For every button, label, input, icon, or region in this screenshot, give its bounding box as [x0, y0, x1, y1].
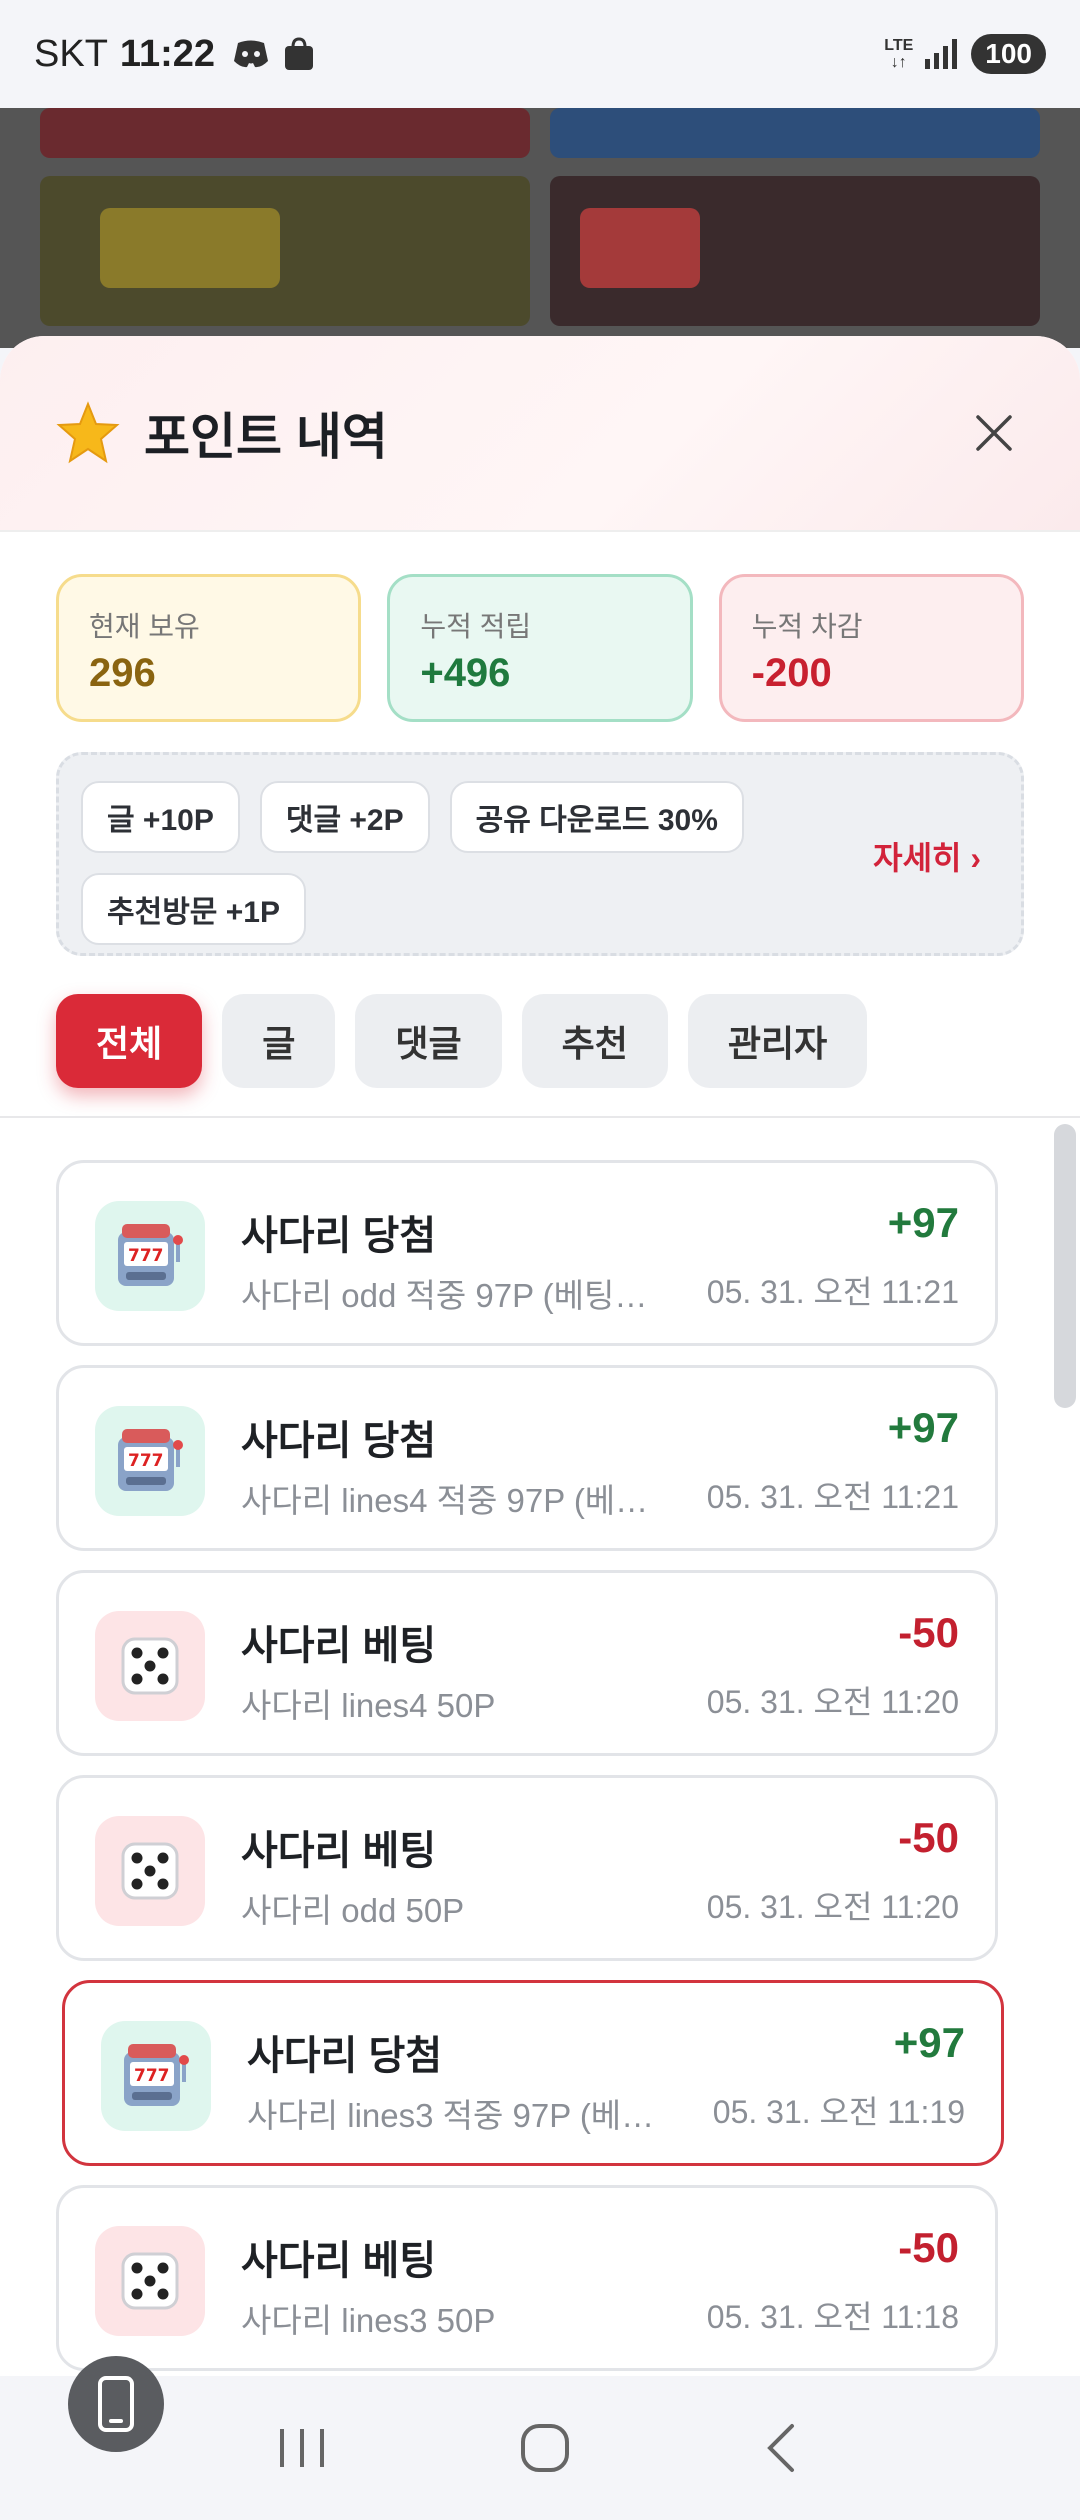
item-timestamp: 05. 31. 오전 11:21 [706, 1274, 959, 1310]
shopping-bag-icon [285, 37, 313, 70]
item-amount: +97 [887, 1404, 959, 1451]
filter-all[interactable]: 전체 [56, 994, 203, 1088]
list-item[interactable]: 777 사다리 당첨 사다리 odd 적중 97P (베팅… +97 05. 3… [56, 1160, 998, 1346]
item-timestamp: 05. 31. 오전 11:21 [706, 1479, 959, 1515]
svg-text:777: 777 [128, 1246, 164, 1266]
svg-text:777: 777 [134, 2066, 170, 2086]
filter-comment[interactable]: 댓글 [355, 994, 502, 1088]
recent-apps-icon[interactable] [272, 2423, 332, 2473]
filter-tabs: 전체 글 댓글 추천 관리자 [0, 956, 1080, 1088]
item-timestamp: 05. 31. 오전 11:19 [712, 2094, 965, 2130]
current-points-value: 296 [89, 651, 156, 695]
floating-phone-button[interactable] [68, 2356, 164, 2452]
rule-chip-recommend-visit: 추천방문 +1P [81, 873, 306, 945]
rule-chip-comment: 댓글 +2P [259, 781, 430, 853]
close-icon [976, 415, 1012, 451]
spent-points-card: 누적 차감 -200 [718, 574, 1024, 722]
item-timestamp: 05. 31. 오전 11:20 [706, 1889, 959, 1925]
rule-chip-share-download: 공유 다운로드 30% [449, 781, 744, 853]
slot-machine-icon: 777 [101, 2021, 211, 2131]
list-item[interactable]: 사다리 베팅 사다리 lines4 50P -50 05. 31. 오전 11:… [56, 1570, 998, 1756]
clock: 11:22 [119, 32, 215, 75]
item-amount: -50 [898, 1609, 959, 1656]
discord-icon [234, 40, 268, 68]
item-amount: -50 [898, 1814, 959, 1861]
status-bar: SKT 11:22 LTE ↓↑ 100 [0, 0, 1080, 108]
current-points-card: 현재 보유 296 [56, 574, 362, 722]
filter-post[interactable]: 글 [222, 994, 336, 1088]
carrier-label: SKT [34, 32, 108, 75]
item-title: 사다리 베팅 [241, 1624, 437, 1668]
svg-text:777: 777 [128, 1451, 164, 1471]
stats-row: 현재 보유 296 누적 적립 +496 누적 차감 -200 [0, 532, 1080, 722]
item-description: 사다리 lines4 적중 97P (베… [241, 1482, 649, 1519]
item-title: 사다리 당첨 [241, 1214, 437, 1258]
item-description: 사다리 odd 적중 97P (베팅… [241, 1277, 648, 1314]
item-timestamp: 05. 31. 오전 11:18 [706, 2299, 959, 2335]
list-scrollbar[interactable] [1054, 1124, 1076, 1408]
item-amount: +97 [893, 2019, 965, 2066]
filter-recommend[interactable]: 추천 [521, 994, 668, 1088]
spent-points-label: 누적 차감 [751, 611, 863, 642]
slot-machine-icon: 777 [95, 1201, 205, 1311]
home-icon[interactable] [517, 2420, 573, 2476]
battery-indicator: 100 [971, 34, 1046, 74]
earned-points-value: +496 [420, 651, 511, 695]
dice-icon [95, 1611, 205, 1721]
list-item[interactable]: 사다리 베팅 사다리 odd 50P -50 05. 31. 오전 11:20 [56, 1775, 998, 1961]
item-description: 사다리 lines4 50P [241, 1687, 496, 1724]
filter-admin[interactable]: 관리자 [687, 994, 868, 1088]
details-link[interactable]: 자세히 › [873, 833, 981, 879]
list-item-selected[interactable]: 777 사다리 당첨 사다리 lines3 적중 97P (베… +97 05.… [62, 1980, 1004, 2166]
star-icon [56, 401, 120, 464]
point-rules-box: 글 +10P 댓글 +2P 공유 다운로드 30% 추천방문 +1P 자세히 › [56, 752, 1024, 956]
network-indicator: LTE ↓↑ [884, 37, 914, 71]
item-description: 사다리 lines3 적중 97P (베… [247, 2097, 655, 2134]
item-title: 사다리 베팅 [241, 2239, 437, 2283]
rule-chip-post: 글 +10P [81, 781, 240, 853]
item-title: 사다리 당첨 [247, 2034, 443, 2078]
earned-points-label: 누적 적립 [420, 611, 532, 642]
list-item[interactable]: 777 사다리 당첨 사다리 lines4 적중 97P (베… +97 05.… [56, 1365, 998, 1551]
item-title: 사다리 당첨 [241, 1419, 437, 1463]
dice-icon [95, 1816, 205, 1926]
sheet-header: 포인트 내역 [0, 336, 1080, 532]
item-description: 사다리 lines3 50P [241, 2302, 496, 2339]
list-item[interactable]: 사다리 베팅 사다리 lines3 50P -50 05. 31. 오전 11:… [56, 2185, 998, 2371]
item-amount: +97 [887, 1199, 959, 1246]
phone-icon [98, 2376, 134, 2432]
back-icon[interactable] [758, 2420, 808, 2476]
signal-icon [925, 39, 958, 69]
current-points-label: 현재 보유 [89, 611, 200, 642]
item-timestamp: 05. 31. 오전 11:20 [706, 1684, 959, 1720]
sheet-title: 포인트 내역 [144, 409, 388, 465]
slot-machine-icon: 777 [95, 1406, 205, 1516]
close-button[interactable] [964, 403, 1024, 463]
item-description: 사다리 odd 50P [241, 1892, 465, 1929]
background-content [0, 108, 1080, 348]
earned-points-card: 누적 적립 +496 [387, 574, 693, 722]
item-title: 사다리 베팅 [241, 1829, 437, 1873]
spent-points-value: -200 [751, 651, 832, 695]
item-amount: -50 [898, 2224, 959, 2271]
dice-icon [95, 2226, 205, 2336]
divider [0, 1116, 1080, 1118]
